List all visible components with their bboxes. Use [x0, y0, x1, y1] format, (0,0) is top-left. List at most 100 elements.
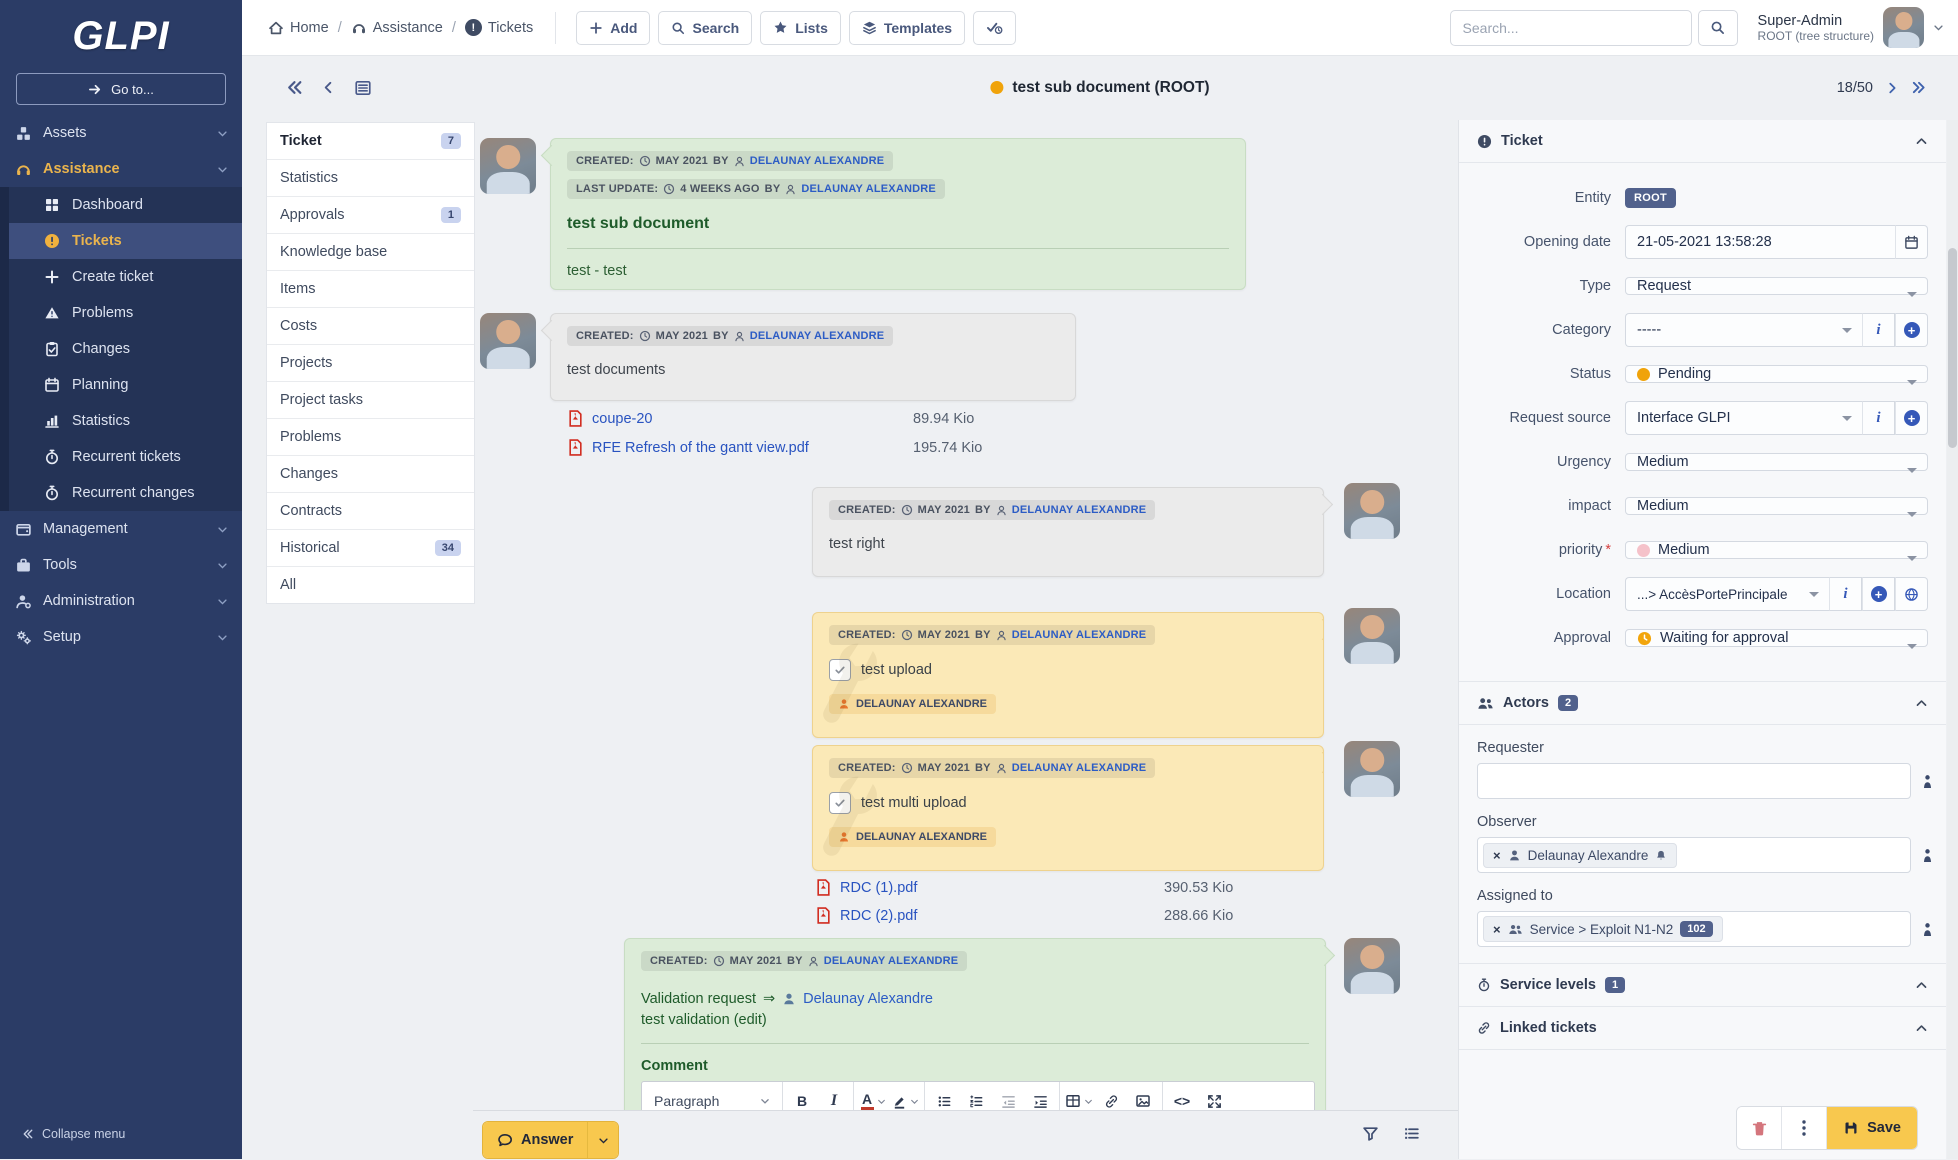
sidebar-item-administration[interactable]: Administration [0, 583, 242, 619]
tab-problems[interactable]: Problems [267, 419, 474, 456]
section-ticket[interactable]: Ticket [1459, 120, 1946, 163]
attachment-link[interactable]: RFE Refresh of the gantt view.pdf [592, 440, 809, 456]
filter-icon[interactable] [1362, 1125, 1379, 1142]
observer-input[interactable]: × Delaunay Alexandre [1477, 837, 1911, 873]
sidebar-item-assistance[interactable]: Assistance [0, 151, 242, 187]
tab-project-tasks[interactable]: Project tasks [267, 382, 474, 419]
remove-icon[interactable]: × [1493, 922, 1501, 937]
chevron-up-icon[interactable] [1915, 697, 1928, 710]
sidebar-item-changes[interactable]: Changes [9, 331, 242, 367]
author-link[interactable]: DELAUNAY ALEXANDRE [750, 155, 885, 167]
section-actors[interactable]: Actors 2 [1459, 681, 1946, 725]
chevron-left-icon[interactable] [321, 80, 336, 95]
user-menu[interactable]: Super-Admin ROOT (tree structure) [1758, 7, 1944, 48]
sidebar-item-setup[interactable]: Setup [0, 619, 242, 655]
globe-icon[interactable] [1895, 577, 1928, 611]
author-link[interactable]: DELAUNAY ALEXANDRE [801, 183, 936, 195]
double-chevron-left-icon[interactable] [286, 79, 303, 96]
scrollbar[interactable] [1947, 120, 1958, 1159]
urgency-select[interactable]: Medium [1625, 453, 1928, 473]
author-link[interactable]: DELAUNAY ALEXANDRE [750, 330, 885, 342]
info-icon[interactable]: i [1829, 577, 1862, 611]
approval-select[interactable]: Waiting for approval [1625, 629, 1928, 649]
tab-historical[interactable]: Historical 34 [267, 530, 474, 567]
breadcrumb-assistance[interactable]: Assistance [351, 20, 443, 36]
breadcrumb-home[interactable]: Home [268, 20, 329, 36]
bell-icon[interactable] [1655, 849, 1667, 862]
sidebar-item-recurrent-tickets[interactable]: Recurrent tickets [9, 439, 242, 475]
add-circle-icon[interactable]: + [1862, 577, 1895, 611]
tab-statistics[interactable]: Statistics [267, 160, 474, 197]
scrollbar-thumb[interactable] [1948, 248, 1957, 448]
priority-select[interactable]: Medium [1625, 541, 1928, 561]
more-actions-button[interactable] [1782, 1107, 1828, 1149]
opening-date-input[interactable]: 21-05-2021 13:58:28 [1625, 225, 1895, 259]
sidebar-item-planning[interactable]: Planning [9, 367, 242, 403]
section-service-levels[interactable]: Service levels 1 [1459, 963, 1946, 1007]
person-icon[interactable] [1921, 774, 1934, 789]
answer-split-button[interactable]: Answer [482, 1121, 620, 1159]
attachment-link[interactable]: coupe-20 [592, 411, 652, 427]
author-link[interactable]: DELAUNAY ALEXANDRE [1012, 762, 1147, 774]
global-search-input[interactable] [1449, 9, 1692, 46]
list-view-icon[interactable] [354, 79, 372, 97]
sidebar-item-statistics[interactable]: Statistics [9, 403, 242, 439]
chevron-up-icon[interactable] [1915, 135, 1928, 148]
sidebar-item-assets[interactable]: Assets [0, 115, 242, 151]
location-select[interactable]: ...> AccèsPortePrincipale [1625, 577, 1829, 611]
add-button[interactable]: Add [576, 10, 651, 45]
validation-button[interactable] [973, 10, 1017, 45]
tab-projects[interactable]: Projects [267, 345, 474, 382]
attachment-link[interactable]: RDC (1).pdf [840, 880, 917, 896]
calendar-icon[interactable] [1895, 225, 1928, 259]
chevron-up-icon[interactable] [1915, 1022, 1928, 1035]
requester-input[interactable] [1477, 763, 1911, 799]
request-source-select[interactable]: Interface GLPI [1625, 401, 1862, 435]
tab-costs[interactable]: Costs [267, 308, 474, 345]
remove-icon[interactable]: × [1493, 848, 1501, 863]
delete-button[interactable] [1737, 1107, 1783, 1149]
tab-items[interactable]: Items [267, 271, 474, 308]
answer-button[interactable]: Answer [483, 1122, 588, 1158]
next-icon[interactable] [1885, 81, 1899, 95]
sidebar-item-dashboard[interactable]: Dashboard [9, 187, 242, 223]
info-icon[interactable]: i [1862, 313, 1895, 347]
global-search-button[interactable] [1697, 9, 1738, 46]
tab-knowledge-base[interactable]: Knowledge base [267, 234, 474, 271]
category-select[interactable]: ----- [1625, 313, 1862, 347]
person-icon[interactable] [1921, 848, 1934, 863]
timeline-list-icon[interactable] [1403, 1125, 1420, 1142]
save-button[interactable]: Save [1827, 1107, 1917, 1149]
impact-select[interactable]: Medium [1625, 497, 1928, 517]
breadcrumb-tickets[interactable]: ! Tickets [464, 19, 533, 36]
validation-target-link[interactable]: Delaunay Alexandre [803, 991, 933, 1007]
attachment-link[interactable]: RDC (2).pdf [840, 908, 917, 924]
person-icon[interactable] [1921, 922, 1934, 937]
search-button[interactable]: Search [658, 10, 753, 45]
tab-contracts[interactable]: Contracts [267, 493, 474, 530]
tab-ticket[interactable]: Ticket 7 [267, 123, 474, 160]
lists-button[interactable]: Lists [760, 10, 841, 45]
goto-button[interactable]: Go to... [16, 73, 226, 105]
templates-button[interactable]: Templates [848, 10, 966, 45]
sidebar-item-tools[interactable]: Tools [0, 547, 242, 583]
author-link[interactable]: DELAUNAY ALEXANDRE [1012, 629, 1147, 641]
add-circle-icon[interactable]: + [1895, 401, 1928, 435]
section-linked-tickets[interactable]: Linked tickets [1459, 1007, 1946, 1050]
sidebar-item-problems[interactable]: Problems [9, 295, 242, 331]
sidebar-item-create-ticket[interactable]: Create ticket [9, 259, 242, 295]
tab-approvals[interactable]: Approvals 1 [267, 197, 474, 234]
answer-caret-button[interactable] [587, 1122, 619, 1158]
author-link[interactable]: DELAUNAY ALEXANDRE [824, 955, 959, 967]
collapse-menu-button[interactable]: Collapse menu [0, 1127, 286, 1141]
info-icon[interactable]: i [1862, 401, 1895, 435]
type-select[interactable]: Request [1625, 277, 1928, 297]
tab-changes[interactable]: Changes [267, 456, 474, 493]
sidebar-item-management[interactable]: Management [0, 511, 242, 547]
add-circle-icon[interactable]: + [1895, 313, 1928, 347]
status-select[interactable]: Pending [1625, 365, 1928, 385]
sidebar-item-recurrent-changes[interactable]: Recurrent changes [9, 475, 242, 511]
last-icon[interactable] [1911, 80, 1926, 95]
chevron-up-icon[interactable] [1915, 979, 1928, 992]
tab-all[interactable]: All [267, 567, 474, 603]
